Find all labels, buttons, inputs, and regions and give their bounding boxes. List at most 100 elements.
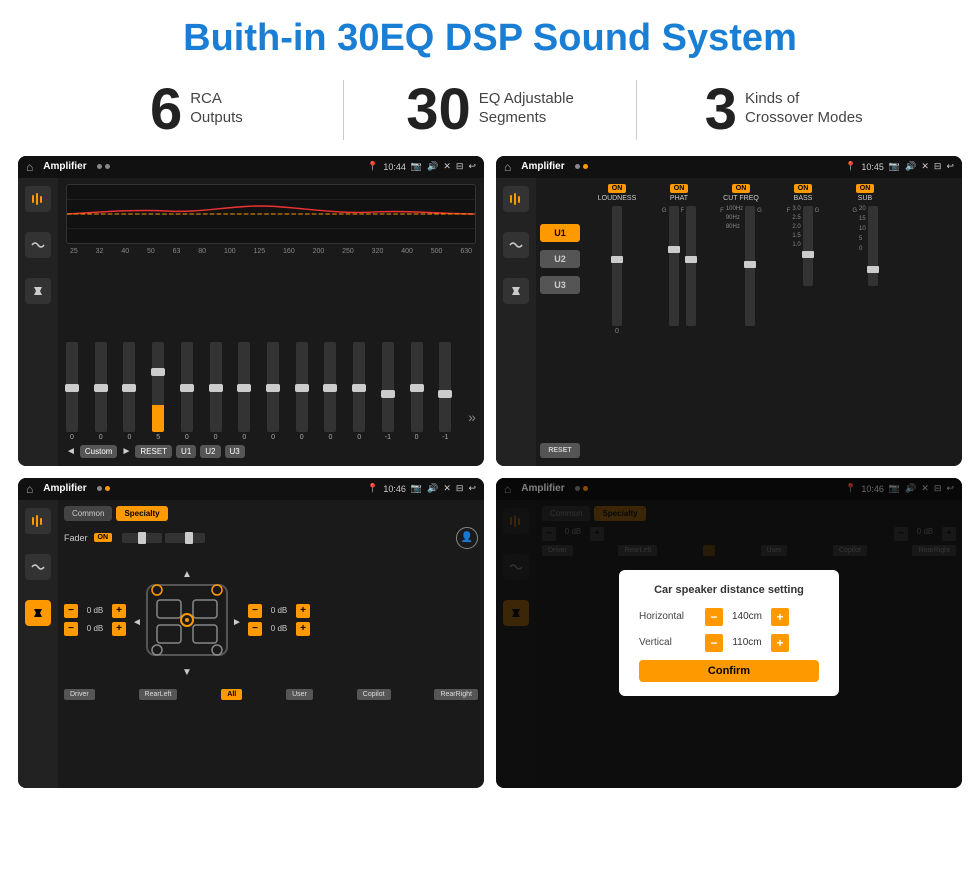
- fader-back-icon[interactable]: ↩: [468, 483, 476, 494]
- left-plus-2[interactable]: +: [112, 622, 126, 636]
- slider-track-14[interactable]: [439, 342, 451, 432]
- cutfreq-thumb[interactable]: [744, 261, 756, 268]
- confirm-button[interactable]: Confirm: [639, 660, 819, 682]
- fader-h-thumb-2[interactable]: [185, 532, 193, 544]
- slider-thumb-5[interactable]: [180, 384, 194, 392]
- left-plus-1[interactable]: +: [112, 604, 126, 618]
- phat-on[interactable]: ON: [670, 184, 689, 193]
- left-minus-2[interactable]: −: [64, 622, 78, 636]
- reset-preset[interactable]: RESET: [540, 443, 580, 458]
- fader-home-icon[interactable]: ⌂: [26, 482, 33, 496]
- expand-icon[interactable]: »: [468, 409, 476, 441]
- u2-btn[interactable]: U2: [200, 445, 220, 458]
- sub-thumb[interactable]: [867, 266, 879, 273]
- slider-track-5[interactable]: [181, 342, 193, 432]
- slider-thumb-10[interactable]: [323, 384, 337, 392]
- fader-close-icon[interactable]: ✕: [443, 483, 451, 494]
- horizontal-minus[interactable]: −: [705, 608, 723, 626]
- crossover-eq-icon[interactable]: [503, 186, 529, 212]
- crossover-home-icon[interactable]: ⌂: [504, 160, 511, 174]
- cutfreq-slider[interactable]: [745, 206, 755, 326]
- sub-slider[interactable]: [868, 206, 878, 286]
- slider-track-7[interactable]: [238, 342, 250, 432]
- phat-thumb[interactable]: [668, 246, 680, 253]
- slider-track-3[interactable]: [123, 342, 135, 432]
- fader-h-track-2[interactable]: [165, 533, 205, 543]
- slider-thumb-1[interactable]: [65, 384, 79, 392]
- right-plus-1[interactable]: +: [296, 604, 310, 618]
- slider-track-8[interactable]: [267, 342, 279, 432]
- slider-track-13[interactable]: [411, 342, 423, 432]
- copilot-btn[interactable]: Copilot: [357, 689, 391, 700]
- left-minus-1[interactable]: −: [64, 604, 78, 618]
- eq-icon-2[interactable]: [25, 232, 51, 258]
- cutfreq-on[interactable]: ON: [732, 184, 751, 193]
- tab-specialty[interactable]: Specialty: [116, 506, 167, 521]
- u3-preset[interactable]: U3: [540, 276, 580, 294]
- fader-h-thumb-1[interactable]: [138, 532, 146, 544]
- home-icon[interactable]: ⌂: [26, 160, 33, 174]
- slider-track-11[interactable]: [353, 342, 365, 432]
- rearright-btn[interactable]: RearRight: [434, 689, 478, 700]
- bass-slider[interactable]: [803, 206, 813, 286]
- all-btn[interactable]: All: [221, 689, 242, 700]
- phat-thumb2[interactable]: [685, 256, 697, 263]
- profile-icon[interactable]: 👤: [456, 527, 478, 549]
- fader-on-badge[interactable]: ON: [94, 533, 113, 542]
- tab-common[interactable]: Common: [64, 506, 112, 521]
- driver-btn[interactable]: Driver: [64, 689, 95, 700]
- eq-icon-1[interactable]: [25, 186, 51, 212]
- close-icon[interactable]: ✕: [443, 161, 451, 172]
- horizontal-plus[interactable]: +: [771, 608, 789, 626]
- sub-on[interactable]: ON: [856, 184, 875, 193]
- slider-track-2[interactable]: [95, 342, 107, 432]
- crossover-speaker-icon[interactable]: [503, 278, 529, 304]
- vertical-minus[interactable]: −: [705, 634, 723, 652]
- loudness-thumb[interactable]: [611, 256, 623, 263]
- fader-speaker-icon[interactable]: [25, 600, 51, 626]
- crossover-back-icon[interactable]: ↩: [946, 161, 954, 172]
- vertical-plus[interactable]: +: [771, 634, 789, 652]
- u2-preset[interactable]: U2: [540, 250, 580, 268]
- slider-thumb-6[interactable]: [209, 384, 223, 392]
- slider-thumb-13[interactable]: [410, 384, 424, 392]
- slider-track-12[interactable]: [382, 342, 394, 432]
- custom-btn[interactable]: Custom: [80, 445, 118, 458]
- minimize-icon[interactable]: ⊟: [456, 161, 464, 172]
- loudness-on[interactable]: ON: [608, 184, 627, 193]
- fader-wave-icon[interactable]: [25, 554, 51, 580]
- slider-thumb-11[interactable]: [352, 384, 366, 392]
- slider-thumb-14[interactable]: [438, 390, 452, 398]
- fader-h-track-1[interactable]: [122, 533, 162, 543]
- slider-thumb-12[interactable]: [381, 390, 395, 398]
- slider-track-6[interactable]: [210, 342, 222, 432]
- slider-thumb-7[interactable]: [237, 384, 251, 392]
- user-btn[interactable]: User: [286, 689, 313, 700]
- slider-thumb-2[interactable]: [94, 384, 108, 392]
- fader-minimize-icon[interactable]: ⊟: [456, 483, 464, 494]
- slider-thumb-8[interactable]: [266, 384, 280, 392]
- u1-preset[interactable]: U1: [540, 224, 580, 242]
- crossover-close-icon[interactable]: ✕: [921, 161, 929, 172]
- phat-slider[interactable]: [669, 206, 679, 326]
- slider-thumb-9[interactable]: [295, 384, 309, 392]
- u1-btn[interactable]: U1: [176, 445, 196, 458]
- loudness-slider[interactable]: [612, 206, 622, 326]
- slider-thumb-4[interactable]: [151, 368, 165, 376]
- bass-on[interactable]: ON: [794, 184, 813, 193]
- u3-btn[interactable]: U3: [225, 445, 245, 458]
- slider-track-4[interactable]: [152, 342, 164, 432]
- slider-track-10[interactable]: [324, 342, 336, 432]
- slider-track-1[interactable]: [66, 342, 78, 432]
- back-icon[interactable]: ↩: [468, 161, 476, 172]
- eq-icon-3[interactable]: [25, 278, 51, 304]
- prev-icon[interactable]: ◄: [66, 446, 76, 457]
- right-minus-2[interactable]: −: [248, 622, 262, 636]
- phat-slider2[interactable]: [686, 206, 696, 326]
- bass-thumb[interactable]: [802, 251, 814, 258]
- right-minus-1[interactable]: −: [248, 604, 262, 618]
- rearleft-btn[interactable]: RearLeft: [139, 689, 178, 700]
- reset-btn[interactable]: RESET: [135, 445, 172, 458]
- crossover-wave-icon[interactable]: [503, 232, 529, 258]
- crossover-minimize-icon[interactable]: ⊟: [934, 161, 942, 172]
